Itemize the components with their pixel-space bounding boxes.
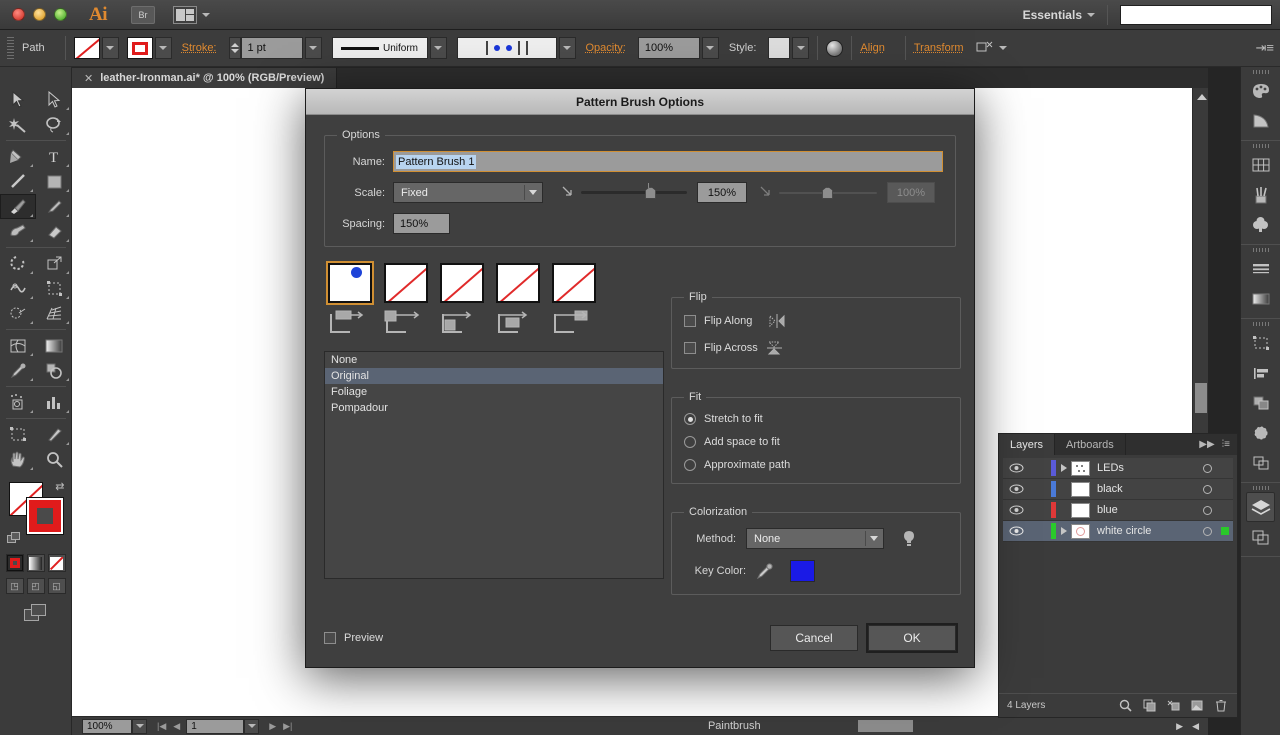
flip-along-icon [769,314,785,328]
outer-corner-tile[interactable] [384,263,428,303]
list-item[interactable]: Foliage [325,384,663,400]
colorization-method-select[interactable]: None [746,528,884,549]
pattern-list[interactable]: None Original Foliage Pompadour [324,351,664,579]
inner-corner-tile-wrap [440,263,484,339]
fit-option-stretch[interactable]: Stretch to fit [684,413,948,425]
flip-along-row[interactable]: Flip Along [684,313,948,329]
scale-row: Scale: Fixed 150% 100% [337,182,943,203]
side-tile-icon[interactable] [328,310,372,336]
add-space-to-fit-radio[interactable] [684,436,696,448]
stretch-to-fit-label: Stretch to fit [704,413,763,425]
ok-button[interactable]: OK [868,625,956,651]
end-tile-icon[interactable] [552,310,596,336]
dialog-body: Options Name: Pattern Brush 1 Scale: Fix… [306,115,974,595]
approximate-path-radio[interactable] [684,459,696,471]
key-color-label: Key Color: [694,565,746,577]
scale-variation-field: 100% [887,182,935,203]
fit-option-approximate[interactable]: Approximate path [684,459,948,471]
flip-group: Flip Flip Along Flip Across [671,291,961,369]
scale-method-value: Fixed [401,186,428,199]
scale-max-icon [760,186,770,196]
method-row: Method: None [684,528,948,549]
start-tile-icon[interactable] [496,310,540,336]
flip-legend: Flip [689,291,707,303]
modal-overlay: Pattern Brush Options Options Name: Patt… [0,0,1280,735]
flip-across-checkbox[interactable] [684,342,696,354]
approximate-path-label: Approximate path [704,459,791,471]
side-tile[interactable] [328,263,372,303]
inner-corner-tile-icon[interactable] [440,310,484,336]
list-item[interactable]: Pompadour [325,400,663,416]
preview-checkbox[interactable] [324,632,336,644]
dialog-title: Pattern Brush Options [306,89,974,115]
end-tile[interactable] [552,263,596,303]
colorization-method-value: None [754,532,781,545]
illustrator-window: Ai Br Essentials Path Stroke: 1 pt Unifo… [0,0,1280,735]
inner-corner-tile[interactable] [440,263,484,303]
outer-corner-tile-icon[interactable] [384,310,428,336]
scale-slider[interactable] [581,182,687,203]
dialog-footer: Preview Cancel OK [306,609,974,667]
scale-min-icon [562,186,572,196]
method-label: Method: [696,532,736,545]
flip-across-icon [766,341,782,355]
flip-across-row[interactable]: Flip Across [684,340,948,356]
spacing-label: Spacing: [342,217,385,230]
options-legend: Options [342,129,380,141]
name-row: Name: Pattern Brush 1 [337,151,943,172]
flip-along-checkbox[interactable] [684,315,696,327]
side-tile-wrap [328,263,372,339]
start-tile-wrap [496,263,540,339]
scale-label: Scale: [354,186,385,199]
end-tile-wrap [552,263,596,339]
name-input[interactable]: Pattern Brush 1 [393,151,943,172]
fit-group: Fit Stretch to fit Add space to fit Appr… [671,391,961,484]
key-color-swatch[interactable] [790,560,815,582]
scale-value-field[interactable]: 150% [697,182,747,203]
flip-across-label: Flip Across [704,342,758,354]
fit-option-add-space[interactable]: Add space to fit [684,436,948,448]
pattern-brush-options-dialog: Pattern Brush Options Options Name: Patt… [305,88,975,668]
flip-along-label: Flip Along [704,315,753,327]
scale-method-select[interactable]: Fixed [393,182,543,203]
colorization-group: Colorization Method: None Key Color: [671,506,961,595]
outer-corner-tile-wrap [384,263,428,339]
name-label: Name: [352,155,385,168]
cancel-button[interactable]: Cancel [770,625,858,651]
dialog-right-column: Flip Flip Along Flip Across Fit Stretch … [671,291,961,595]
spacing-field[interactable]: 150% [393,213,450,234]
scale-variation-slider[interactable] [779,183,877,203]
options-group: Options Name: Pattern Brush 1 Scale: Fix… [324,129,956,247]
list-item[interactable]: Original [325,368,663,384]
list-item[interactable]: None [325,352,663,368]
start-tile[interactable] [496,263,540,303]
preview-label: Preview [344,632,384,644]
key-color-row: Key Color: [684,560,948,582]
fit-legend: Fit [689,391,702,403]
eyedropper-icon[interactable] [756,562,774,580]
spacing-row: Spacing: 150% [337,213,943,234]
add-space-to-fit-label: Add space to fit [704,436,780,448]
tips-bulb-icon[interactable] [902,530,916,548]
name-input-value: Pattern Brush 1 [396,154,477,169]
colorization-legend: Colorization [689,506,748,518]
stretch-to-fit-radio[interactable] [684,413,696,425]
